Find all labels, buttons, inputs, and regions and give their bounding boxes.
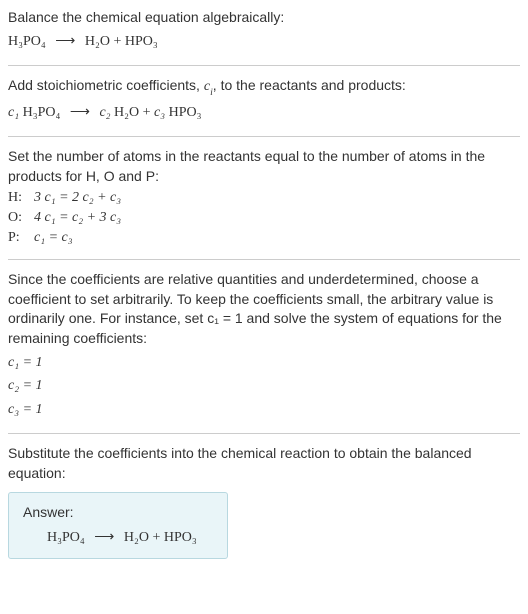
balanced-equation: H₃PO₄ ⟶ H₂O + HPO₃ [23,528,213,548]
answer-arrow: ⟶ [88,530,120,545]
balance-h-eq: 3 c₁ = 2 c₂ + c₃ [34,188,127,208]
section-answer: Substitute the coefficients into the che… [8,434,520,568]
answer-label: Answer: [23,503,213,523]
balance-o-label: O: [8,208,34,228]
reaction-rhs: H₂O + HPO₃ [85,34,158,49]
section-add-coefficients: Add stoichiometric coefficients, ci, to … [8,66,520,137]
balance-p-eq: c₁ = c₃ [34,228,127,248]
problem-statement: Balance the chemical equation algebraica… [8,8,520,28]
atom-balance-table: H: 3 c₁ = 2 c₂ + c₃ O: 4 c₁ = c₂ + 3 c₃ … [8,188,127,247]
solve-instruction: Since the coefficients are relative quan… [8,270,520,348]
reaction-arrow: ⟶ [49,34,81,49]
c2: c₂ [99,105,110,120]
c3: c₃ [154,105,165,120]
reaction-lhs: H₃PO₄ [8,34,46,49]
answer-rhs: H₂O + HPO₃ [124,530,197,545]
coeff-equation: c₁ H₃PO₄ ⟶ c₂ H₂O + c₃ HPO₃ [8,103,520,123]
answer-instruction: Substitute the coefficients into the che… [8,444,520,483]
balance-o-eq: 4 c₁ = c₂ + 3 c₃ [34,208,127,228]
section-problem: Balance the chemical equation algebraica… [8,8,520,66]
balance-p-label: P: [8,228,34,248]
reaction-equation: H₃PO₄ ⟶ H₂O + HPO₃ [8,32,520,52]
answer-lhs: H₃PO₄ [47,530,85,545]
ci-symbol: ci [204,79,213,94]
balance-row-o: O: 4 c₁ = c₂ + 3 c₃ [8,208,127,228]
atom-balance-instruction: Set the number of atoms in the reactants… [8,147,520,186]
solve-c1: c₁ = 1 [8,353,520,373]
solve-c2: c₂ = 1 [8,376,520,396]
section-solve: Since the coefficients are relative quan… [8,260,520,434]
balance-row-p: P: c₁ = c₃ [8,228,127,248]
answer-box: Answer: H₃PO₄ ⟶ H₂O + HPO₃ [8,492,228,559]
section-atom-balance: Set the number of atoms in the reactants… [8,137,520,260]
balance-row-h: H: 3 c₁ = 2 c₂ + c₃ [8,188,127,208]
c1: c₁ [8,105,19,120]
solve-c3: c₃ = 1 [8,400,520,420]
coeff-instruction: Add stoichiometric coefficients, ci, to … [8,76,520,99]
balance-h-label: H: [8,188,34,208]
